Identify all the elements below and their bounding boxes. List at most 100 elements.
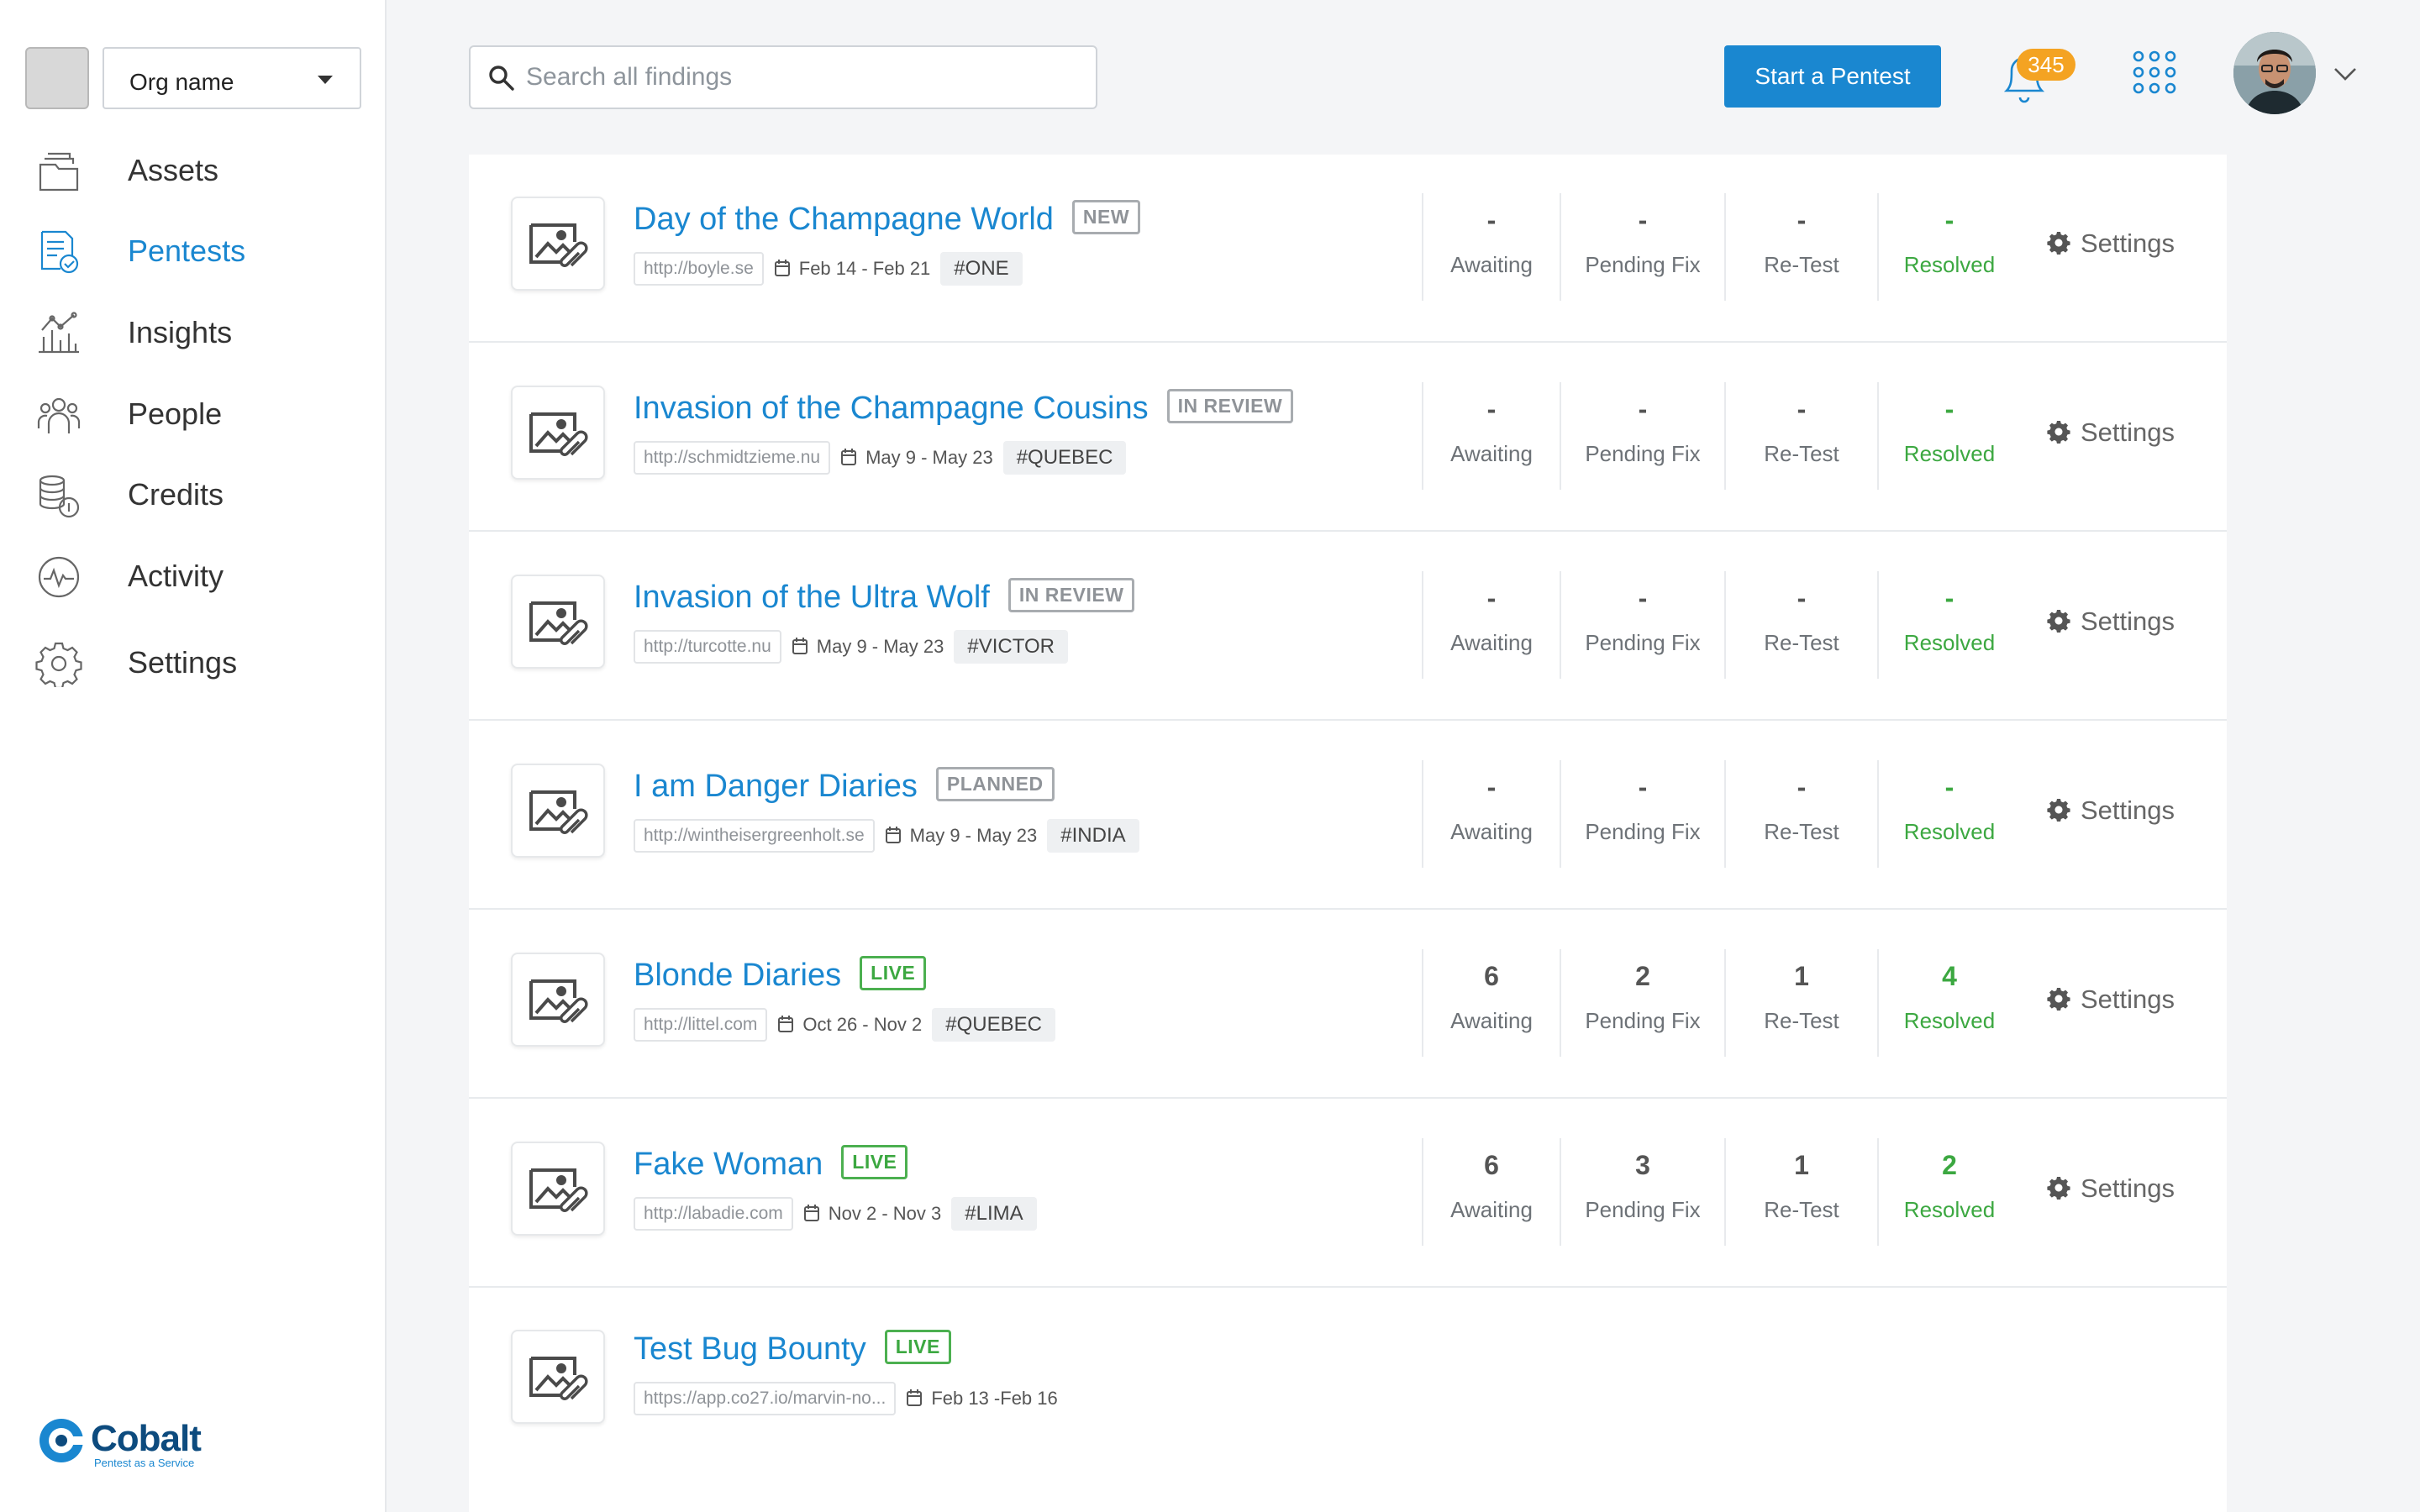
pentest-title-link[interactable]: Test Bug Bounty LIVE — [634, 1330, 951, 1368]
pentest-meta: http://wintheisergreenholt.se May 9 - May… — [634, 819, 1139, 854]
row-settings-button[interactable]: Settings — [2047, 606, 2175, 640]
tag-pill[interactable]: #INDIA — [1047, 819, 1139, 853]
sidebar-item-pentests[interactable]: Pentests — [0, 215, 387, 282]
stat-value: - — [1638, 583, 1648, 613]
tag-pill[interactable]: #QUEBEC — [932, 1008, 1055, 1042]
pentest-title: I am Danger Diaries — [634, 769, 918, 804]
target-url[interactable]: http://schmidtzieme.nu — [634, 441, 831, 475]
pentest-row[interactable]: Fake Woman LIVE http://labadie.com Nov 2 - … — [469, 1100, 2227, 1288]
pentest-title: Test Bug Bounty — [634, 1331, 866, 1367]
pentest-title-link[interactable]: Fake Woman LIVE — [634, 1145, 908, 1183]
stat-value: - — [1486, 394, 1497, 424]
user-avatar[interactable] — [2233, 32, 2316, 114]
target-url[interactable]: http://littel.com — [634, 1008, 768, 1042]
search-input[interactable] — [526, 59, 1081, 96]
sidebar-item-settings[interactable]: Settings — [0, 627, 387, 694]
stat-label: Awaiting — [1450, 441, 1533, 466]
pentest-row[interactable]: Blonde Diaries LIVE http://littel.com Oct 2… — [469, 911, 2227, 1099]
stat-resolved[interactable]: - Resolved — [1877, 382, 2020, 490]
gear-icon — [2047, 1177, 2070, 1200]
stat-label: Re-Test — [1764, 441, 1839, 466]
sidebar-item-activity[interactable]: Activity — [0, 540, 387, 607]
search-bar[interactable] — [469, 45, 1097, 109]
org-select[interactable]: Org name — [103, 47, 361, 109]
row-settings-button[interactable]: Settings — [2047, 228, 2175, 262]
target-url[interactable]: http://boyle.se — [634, 252, 764, 286]
stat-awaiting[interactable]: - Awaiting — [1422, 760, 1560, 868]
stat-value: 4 — [1942, 961, 1957, 991]
calendar-icon — [841, 449, 857, 465]
report-check-icon — [40, 230, 79, 274]
row-settings-button[interactable]: Settings — [2047, 417, 2175, 451]
settings-label: Settings — [2081, 984, 2175, 1014]
gear-icon — [2047, 610, 2070, 633]
row-settings-button[interactable]: Settings — [2047, 984, 2175, 1018]
pentest-row[interactable]: Invasion of the Ultra Wolf IN REVIEW http:… — [469, 533, 2227, 721]
pentest-title-link[interactable]: Day of the Champagne World NEW — [634, 200, 1141, 238]
tag-pill[interactable]: #VICTOR — [954, 630, 1068, 664]
tag-pill[interactable]: #QUEBEC — [1002, 441, 1127, 475]
stat-awaiting[interactable]: - Awaiting — [1422, 571, 1560, 679]
notification-count-badge: 345 — [2017, 49, 2075, 81]
pentest-thumbnail — [511, 575, 605, 669]
date-range-text: Feb 13 -Feb 16 — [931, 1388, 1058, 1409]
stat-retest[interactable]: - Re-Test — [1724, 382, 1877, 490]
calendar-icon — [774, 260, 790, 276]
stat-retest[interactable]: - Re-Test — [1724, 193, 1877, 301]
pentest-row[interactable]: Day of the Champagne World NEW http://boyl… — [469, 155, 2227, 343]
stat-awaiting[interactable]: - Awaiting — [1422, 382, 1560, 490]
stat-awaiting[interactable]: 6 Awaiting — [1422, 1138, 1560, 1246]
stat-resolved[interactable]: 4 Resolved — [1877, 949, 2020, 1057]
sidebar-item-credits[interactable]: Credits — [0, 459, 387, 526]
image-attachment-icon — [529, 979, 588, 1023]
tag-pill[interactable]: #ONE — [940, 252, 1023, 286]
stat-pending[interactable]: - Pending Fix — [1560, 571, 1724, 679]
chevron-down-icon[interactable] — [2333, 66, 2358, 82]
calendar-icon — [803, 1205, 819, 1221]
stat-retest[interactable]: 1 Re-Test — [1724, 949, 1877, 1057]
tag-pill[interactable]: #LIMA — [951, 1197, 1037, 1231]
stat-resolved[interactable]: 2 Resolved — [1877, 1138, 2020, 1246]
target-url[interactable]: https://app.co27.io/marvin-no... — [634, 1382, 897, 1415]
stat-label: Re-Test — [1764, 630, 1839, 655]
pentest-row[interactable]: I am Danger Diaries PLANNED http://winthei… — [469, 722, 2227, 910]
pentest-meta: http://schmidtzieme.nu May 9 - May 23 #QUE… — [634, 441, 1127, 476]
stat-label: Awaiting — [1450, 1197, 1533, 1222]
row-settings-button[interactable]: Settings — [2047, 795, 2175, 829]
stat-pending[interactable]: - Pending Fix — [1560, 193, 1724, 301]
sidebar-item-label: Assets — [128, 153, 219, 187]
stat-awaiting[interactable]: - Awaiting — [1422, 193, 1560, 301]
pentest-row[interactable]: Test Bug Bounty LIVE https://app.co27.io/m… — [469, 1288, 2227, 1506]
sidebar-item-people[interactable]: People — [0, 378, 387, 445]
image-attachment-icon — [529, 223, 588, 267]
stat-resolved[interactable]: - Resolved — [1877, 193, 2020, 301]
stat-resolved[interactable]: - Resolved — [1877, 760, 2020, 868]
start-pentest-button[interactable]: Start a Pentest — [1724, 45, 1941, 108]
stat-label: Pending Fix — [1585, 1008, 1701, 1033]
stat-pending[interactable]: 2 Pending Fix — [1560, 949, 1724, 1057]
pentest-title-link[interactable]: I am Danger Diaries PLANNED — [634, 767, 1055, 805]
target-url[interactable]: http://wintheisergreenholt.se — [634, 819, 875, 853]
pentest-row[interactable]: Invasion of the Champagne Cousins IN REVI… — [469, 344, 2227, 532]
stat-retest[interactable]: - Re-Test — [1724, 571, 1877, 679]
pentest-title-link[interactable]: Blonde Diaries LIVE — [634, 956, 927, 994]
stat-retest[interactable]: 1 Re-Test — [1724, 1138, 1877, 1246]
org-logo-placeholder[interactable] — [25, 47, 89, 109]
target-url[interactable]: http://labadie.com — [634, 1197, 793, 1231]
stat-pending[interactable]: - Pending Fix — [1560, 382, 1724, 490]
sidebar-item-assets[interactable]: Assets — [0, 134, 387, 202]
apps-grid-icon[interactable] — [2133, 50, 2176, 94]
stat-awaiting[interactable]: 6 Awaiting — [1422, 949, 1560, 1057]
pentest-title: Day of the Champagne World — [634, 202, 1054, 237]
pentest-title-link[interactable]: Invasion of the Champagne Cousins IN REVI… — [634, 389, 1294, 427]
search-icon — [489, 66, 514, 91]
stat-resolved[interactable]: - Resolved — [1877, 571, 2020, 679]
stat-pending[interactable]: 3 Pending Fix — [1560, 1138, 1724, 1246]
row-settings-button[interactable]: Settings — [2047, 1173, 2175, 1207]
finding-stats: - Awaiting - Pending Fix - Re-Test - Resolved — [1422, 571, 2060, 679]
pentest-title-link[interactable]: Invasion of the Ultra Wolf IN REVIEW — [634, 578, 1135, 616]
target-url[interactable]: http://turcotte.nu — [634, 630, 781, 664]
sidebar-item-insights[interactable]: Insights — [0, 297, 387, 364]
stat-retest[interactable]: - Re-Test — [1724, 760, 1877, 868]
stat-pending[interactable]: - Pending Fix — [1560, 760, 1724, 868]
